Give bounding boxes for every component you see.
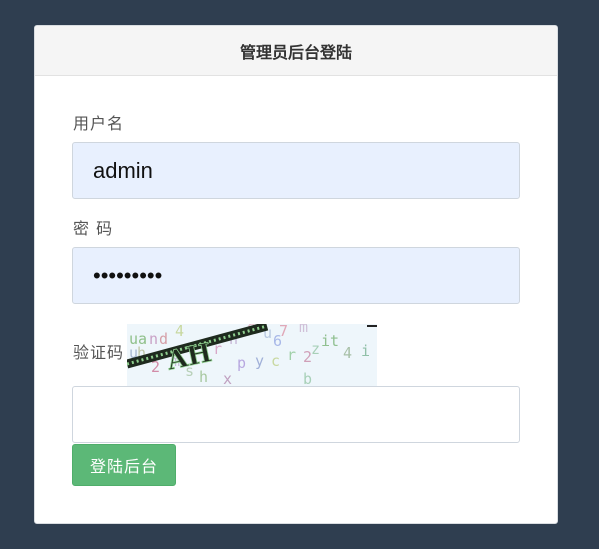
- svg-text:p: p: [237, 354, 246, 372]
- svg-text:b: b: [303, 370, 312, 386]
- svg-text:y: y: [255, 352, 264, 370]
- svg-text:d: d: [159, 330, 168, 348]
- captcha-image[interactable]: ua n d 4 u h 2 m s h r x n p y e u 6 7 c…: [127, 324, 377, 386]
- svg-text:r: r: [287, 346, 296, 364]
- svg-text:z: z: [311, 340, 320, 358]
- password-label: 密 码: [73, 219, 114, 238]
- captcha-input[interactable]: [72, 386, 520, 443]
- username-label: 用户名: [73, 114, 125, 133]
- svg-text:4: 4: [343, 344, 352, 362]
- login-panel: 管理员后台登陆 用户名 密 码 验证码 ua n d 4 u h 2 m s h…: [34, 25, 558, 524]
- panel-title: 管理员后台登陆: [35, 26, 557, 76]
- svg-text:x: x: [223, 370, 232, 386]
- svg-text:h: h: [199, 368, 208, 386]
- svg-text:i: i: [361, 342, 370, 360]
- svg-text:4: 4: [175, 324, 184, 340]
- svg-text:c: c: [271, 352, 280, 370]
- password-input[interactable]: [72, 247, 520, 304]
- svg-text:7: 7: [279, 324, 288, 340]
- svg-text:m: m: [299, 324, 308, 336]
- username-input[interactable]: [72, 142, 520, 199]
- captcha-label: 验证码: [73, 343, 125, 362]
- login-button[interactable]: 登陆后台: [72, 444, 176, 486]
- svg-text:it: it: [321, 332, 339, 350]
- svg-text:n: n: [149, 330, 158, 348]
